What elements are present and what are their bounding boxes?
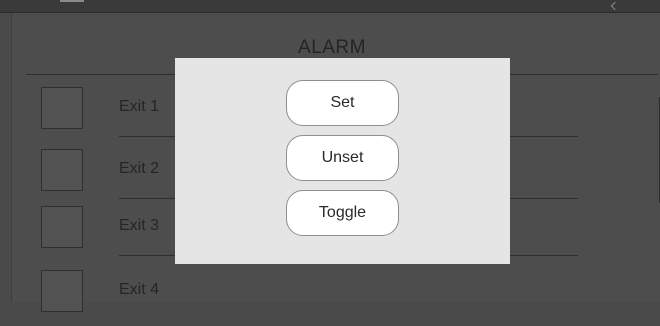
- exit-label: Exit 1: [119, 98, 160, 115]
- exit-checkbox[interactable]: [41, 149, 83, 191]
- exit-label: Exit 3: [119, 217, 160, 234]
- toggle-button[interactable]: Toggle: [286, 190, 399, 236]
- exit-label: Exit 4: [119, 281, 160, 298]
- menu-icon[interactable]: [60, 0, 84, 2]
- exit-label: Exit 2: [119, 160, 160, 177]
- action-dialog: Set Unset Toggle: [175, 58, 510, 264]
- exit-checkbox[interactable]: [41, 87, 83, 129]
- exit-checkbox[interactable]: [41, 206, 83, 248]
- set-button[interactable]: Set: [286, 80, 399, 126]
- page-title: ALARM: [298, 37, 366, 58]
- top-bar: [0, 0, 660, 13]
- list-item[interactable]: Exit 4: [12, 270, 612, 326]
- chevron-icon[interactable]: [610, 1, 620, 11]
- unset-button[interactable]: Unset: [286, 135, 399, 181]
- exit-checkbox[interactable]: [41, 270, 83, 312]
